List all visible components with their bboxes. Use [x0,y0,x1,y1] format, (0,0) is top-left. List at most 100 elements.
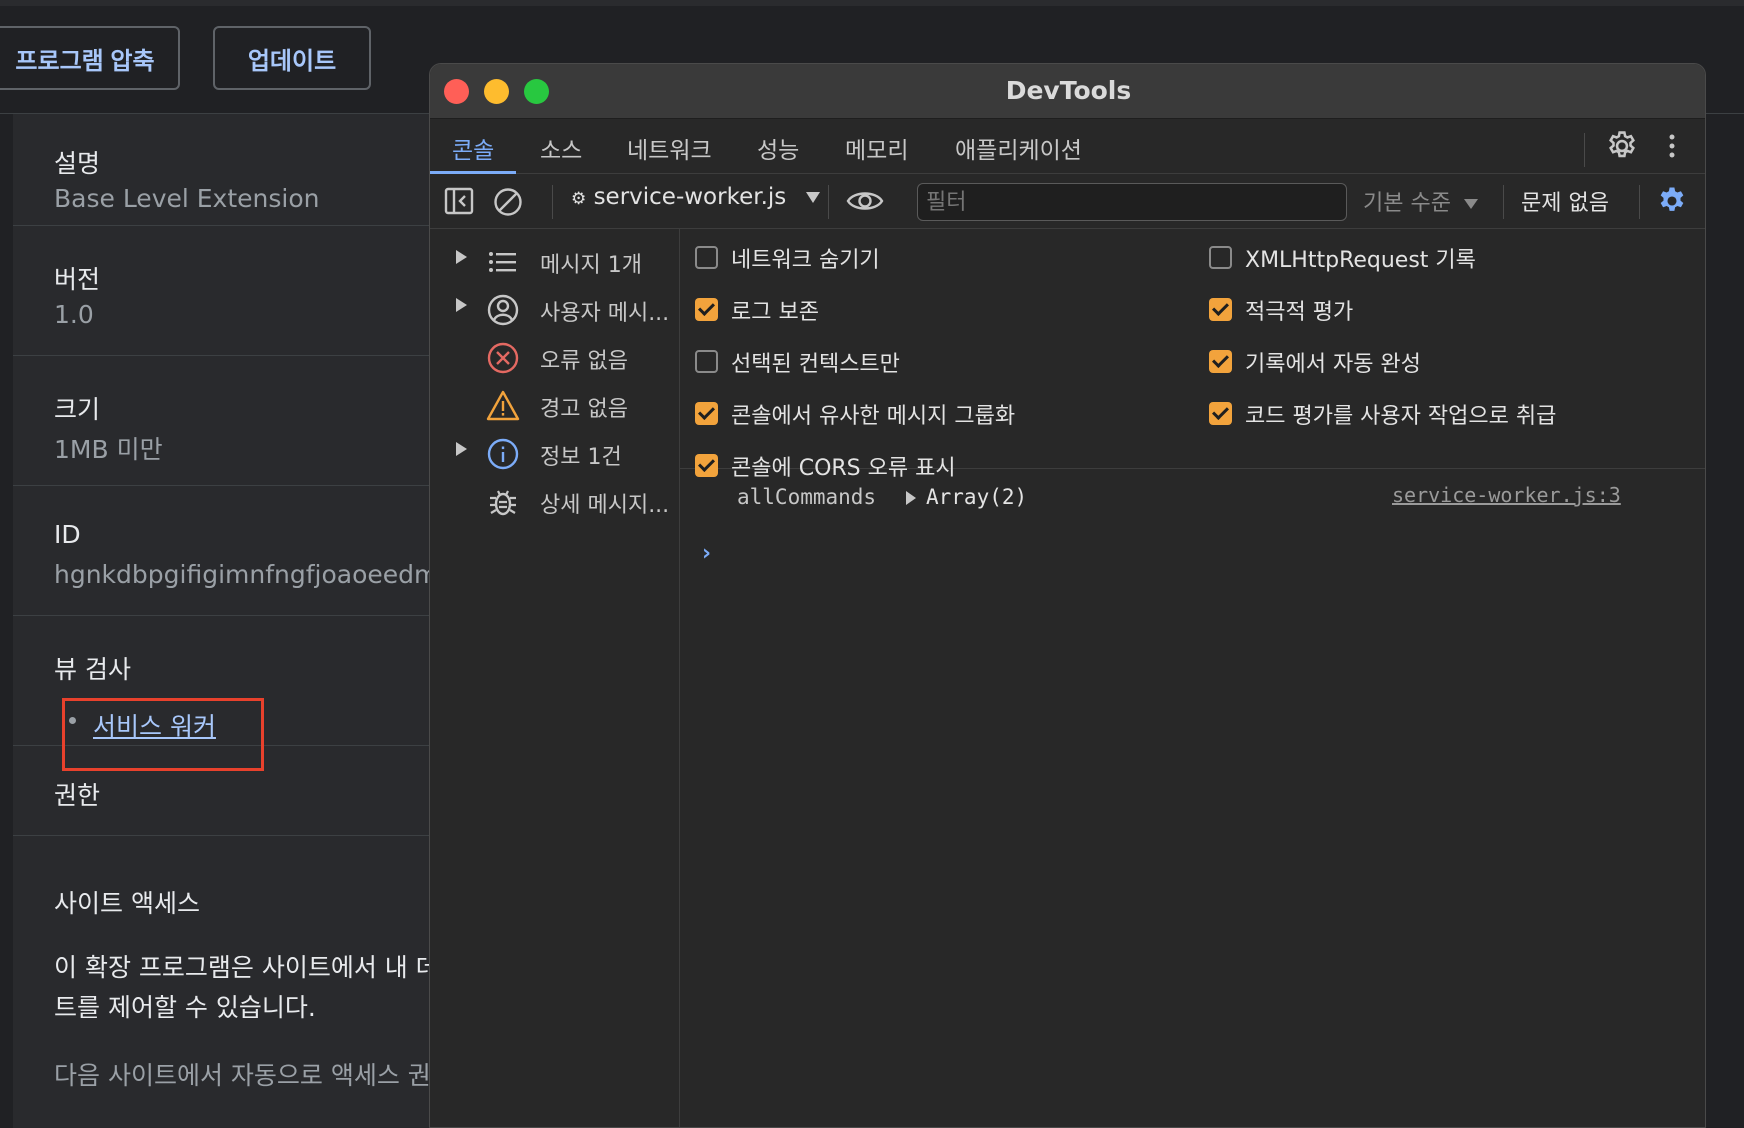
version-value: 1.0 [54,300,94,329]
description-value: Base Level Extension [54,184,320,213]
option-label: 콘솔에서 유사한 메시지 그룹화 [731,404,1016,429]
devtools-tabs: 콘솔 소스 네트워크 성능 메모리 애플리케이션 [430,119,1705,174]
chevron-down-icon [1463,199,1478,209]
more-options-icon[interactable] [1665,129,1679,163]
inspect-views-label: 뷰 검사 [54,655,131,684]
option-treat-eval-as-user-action[interactable]: 코드 평가를 사용자 작업으로 취급 [1209,395,1689,435]
tab-network[interactable]: 네트워크 [627,131,712,165]
checkbox[interactable] [1209,246,1232,269]
settings-gear-icon[interactable] [1605,129,1639,163]
option-label: 선택된 컨텍스트만 [731,352,900,377]
devtools-titlebar[interactable]: DevTools [430,64,1705,119]
tab-application[interactable]: 애플리케이션 [955,131,1082,165]
checkbox[interactable] [695,298,718,321]
active-tab-indicator [430,171,516,174]
site-access-text-line-2: 트를 제어할 수 있습니다. [54,993,316,1022]
sidebar-item-label: 오류 없음 [540,349,628,374]
sidebar-item-label: 사용자 메시... [540,301,670,326]
option-preserve-log[interactable]: 로그 보존 [695,291,1155,331]
site-access-text-line-1: 이 확장 프로그램은 사이트에서 내 데 [54,953,433,982]
sidebar-item-warnings[interactable]: 경고 없음 [430,383,680,427]
sidebar-item-messages[interactable]: 메시지 1개 [430,239,680,283]
permissions-label: 권한 [54,781,101,810]
option-autocomplete-history[interactable]: 기록에서 자동 완성 [1209,343,1689,383]
console-settings-panel: 네트워크 숨기기 로그 보존 선택된 컨텍스트만 콘솔에서 유사한 메시지 그룹… [680,229,1705,481]
toolbar-separator [828,185,829,219]
checkbox[interactable] [695,402,718,425]
bug-icon [486,485,520,519]
checkbox[interactable] [1209,402,1232,425]
auto-access-text: 다음 사이트에서 자동으로 액세스 권한 [54,1061,433,1090]
warning-icon [486,389,520,423]
console-settings-gear-icon[interactable] [1655,184,1689,218]
context-label: service-worker.js [593,184,787,210]
checkbox[interactable] [695,350,718,373]
size-label: 크기 [54,395,101,424]
sidebar-toggle-icon[interactable] [444,186,474,216]
option-label: XMLHttpRequest 기록 [1245,248,1476,273]
console-log-row: allCommands Array(2) service-worker.js:3 [680,469,1705,519]
update-button[interactable]: 업데이트 [213,26,371,90]
log-level-label: 기본 수준 [1363,191,1451,216]
error-icon [486,341,520,375]
sidebar-item-label: 상세 메시지... [540,493,670,518]
tab-sources[interactable]: 소스 [540,131,582,165]
sidebar-item-verbose[interactable]: 상세 메시지... [430,479,680,523]
context-gear-icon: ⚙ [571,189,587,209]
sidebar-item-user-messages[interactable]: 사용자 메시... [430,287,680,331]
checkbox[interactable] [695,246,718,269]
version-section: 버전 1.0 [13,226,433,356]
user-icon [486,293,520,327]
log-array-value[interactable]: Array(2) [926,485,1027,509]
list-icon [486,245,520,279]
toolbar-separator [1639,185,1640,219]
option-label: 적극적 평가 [1245,300,1354,325]
tab-performance[interactable]: 성능 [757,131,799,165]
checkbox[interactable] [1209,350,1232,373]
description-label: 설명 [54,149,101,178]
option-group-similar[interactable]: 콘솔에서 유사한 메시지 그룹화 [695,395,1155,435]
option-log-xmlhttprequests[interactable]: XMLHttpRequest 기록 [1209,239,1689,279]
toolbar-separator [1503,185,1504,219]
filter-input[interactable] [917,183,1347,221]
log-level-selector[interactable]: 기본 수준 [1363,185,1478,217]
console-output[interactable]: allCommands Array(2) service-worker.js:3… [680,469,1705,1127]
option-hide-network[interactable]: 네트워크 숨기기 [695,239,1155,279]
compress-program-button[interactable]: 프로그램 압축 [0,26,180,90]
expand-arrow-icon[interactable] [906,491,916,505]
devtools-window: DevTools 콘솔 소스 네트워크 성능 메모리 애플리케이션 ⚙ serv… [429,63,1706,1128]
sidebar-item-info[interactable]: 정보 1건 [430,431,680,475]
tab-memory[interactable]: 메모리 [845,131,908,165]
version-label: 버전 [54,265,101,294]
option-label: 코드 평가를 사용자 작업으로 취급 [1245,404,1557,429]
log-source-link[interactable]: service-worker.js:3 [1392,483,1621,507]
chevron-down-icon [805,192,820,203]
expand-arrow-icon [456,442,467,456]
checkbox[interactable] [1209,298,1232,321]
option-label: 기록에서 자동 완성 [1245,352,1421,377]
clear-console-icon[interactable] [492,186,524,218]
size-value: 1MB 미만 [54,435,163,464]
context-selector[interactable]: ⚙ service-worker.js [571,184,820,210]
live-expression-eye-icon[interactable] [846,186,884,216]
option-selected-context-only[interactable]: 선택된 컨텍스트만 [695,343,1155,383]
sidebar-item-label: 정보 1건 [540,445,622,470]
console-prompt-chevron[interactable]: › [702,541,711,566]
tab-console[interactable]: 콘솔 [452,131,494,165]
id-label: ID [54,520,81,549]
size-section: 크기 1MB 미만 [13,356,433,486]
description-section: 설명 Base Level Extension [13,114,433,226]
id-section: ID hgnkdbpgifigimnfngfjoaoeedm [13,486,433,616]
sidebar-item-errors[interactable]: 오류 없음 [430,335,680,379]
devtools-title: DevTools [1005,76,1132,105]
option-label: 로그 보존 [731,300,819,325]
sidebar-item-label: 경고 없음 [540,397,628,422]
tab-separator [1584,133,1585,167]
expand-arrow-icon [456,250,467,264]
log-message-text: allCommands [737,485,877,509]
option-eager-evaluation[interactable]: 적극적 평가 [1209,291,1689,331]
console-toolbar: ⚙ service-worker.js 기본 수준 문제 없음 [430,175,1705,229]
extension-info-panel: 설명 Base Level Extension 버전 1.0 크기 1MB 미만… [13,114,433,1128]
issues-counter[interactable]: 문제 없음 [1521,185,1609,217]
option-label: 네트워크 숨기기 [731,248,880,273]
